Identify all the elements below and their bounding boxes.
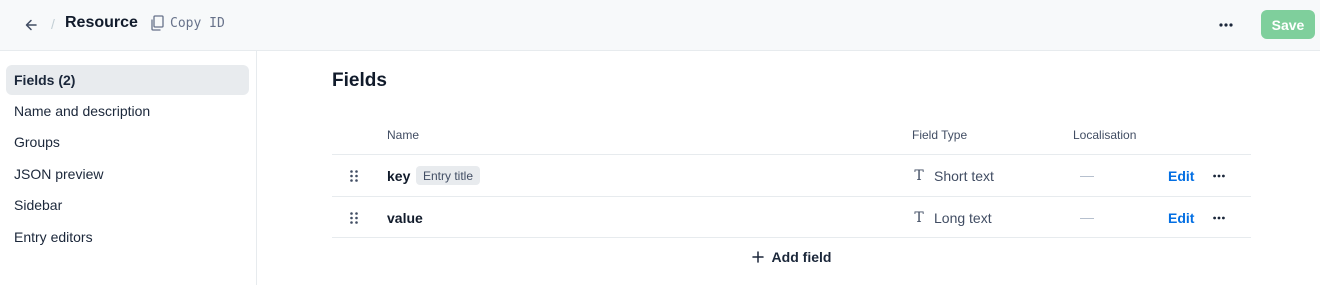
breadcrumb-separator: / <box>51 16 55 32</box>
text-type-icon: T <box>914 210 924 226</box>
section-heading: Fields <box>332 70 387 91</box>
sidebar-item-entry-editors[interactable]: Entry editors <box>6 222 249 252</box>
top-bar: / Resource Copy ID Save <box>0 0 1320 51</box>
save-button[interactable]: Save <box>1261 10 1315 39</box>
table-row: key Entry title T Short text — Edit <box>332 154 1251 196</box>
sidebar-item-name-and-description[interactable]: Name and description <box>6 96 249 126</box>
more-actions-button[interactable] <box>1212 12 1240 38</box>
copy-id-label: Copy ID <box>170 15 225 31</box>
add-field-button[interactable]: Add field <box>332 238 1251 276</box>
field-type-label: Long text <box>934 210 992 226</box>
row-more-button[interactable] <box>1210 167 1228 185</box>
entry-title-badge: Entry title <box>416 166 481 185</box>
back-button[interactable] <box>18 12 44 38</box>
table-row: value T Long text — Edit <box>332 196 1251 238</box>
edit-field-link[interactable]: Edit <box>1168 210 1194 226</box>
sidebar: Fields (2) Name and description Groups J… <box>0 51 257 285</box>
main-content: Fields Name Field Type Localisation key … <box>257 51 1320 285</box>
column-header-field-type: Field Type <box>912 128 968 142</box>
field-name: key <box>387 168 411 184</box>
column-header-name: Name <box>387 128 420 142</box>
field-type: T Long text <box>912 210 992 226</box>
localisation-value: — <box>1080 167 1094 183</box>
drag-handle-icon[interactable] <box>349 211 359 225</box>
add-field-label: Add field <box>771 249 832 265</box>
text-type-icon: T <box>914 168 924 184</box>
more-horizontal-icon <box>1213 174 1225 178</box>
page-title: Resource <box>65 14 138 31</box>
more-horizontal-icon <box>1219 23 1233 27</box>
field-type: T Short text <box>912 168 994 184</box>
sidebar-item-sidebar[interactable]: Sidebar <box>6 190 249 220</box>
sidebar-item-fields[interactable]: Fields (2) <box>6 65 249 95</box>
copy-id-button[interactable]: Copy ID <box>150 15 225 31</box>
arrow-left-icon <box>25 19 37 31</box>
row-more-button[interactable] <box>1210 209 1228 227</box>
more-horizontal-icon <box>1213 216 1225 220</box>
sidebar-item-groups[interactable]: Groups <box>6 127 249 157</box>
edit-field-link[interactable]: Edit <box>1168 168 1194 184</box>
field-type-label: Short text <box>934 168 994 184</box>
localisation-value: — <box>1080 209 1094 225</box>
sidebar-item-json-preview[interactable]: JSON preview <box>6 159 249 189</box>
plus-icon <box>751 251 764 263</box>
field-name: value <box>387 210 423 226</box>
drag-handle-icon[interactable] <box>349 169 359 183</box>
copy-icon <box>151 15 164 31</box>
column-header-localisation: Localisation <box>1073 128 1137 142</box>
